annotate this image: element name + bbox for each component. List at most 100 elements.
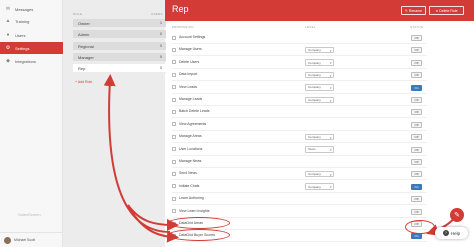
sidebar-item-label: Settings — [15, 45, 30, 51]
sidebar-item-settings[interactable]: ⚙ Settings — [0, 42, 63, 54]
help-label: Help — [450, 230, 461, 236]
permission-row: User Locations Team ▾ Off — [172, 144, 427, 156]
role-user-count: 0 — [160, 55, 162, 59]
user-name: Michael Scott — [14, 238, 36, 242]
status-toggle[interactable]: Off — [411, 72, 422, 79]
main-sidebar: ✉ Messages ▲ Training ● Users ⚙ Settings… — [0, 0, 63, 247]
page-title: Rep — [172, 4, 189, 14]
chevron-down-icon: ▾ — [329, 98, 332, 103]
permission-row: Account Settings Off — [172, 32, 427, 44]
permission-row: Data Import Company ▾ Off — [172, 69, 427, 82]
level-select[interactable]: Company ▾ — [305, 84, 334, 91]
permission-checkbox[interactable] — [172, 97, 176, 102]
role-name: Admin — [78, 31, 90, 37]
permission-checkbox[interactable] — [172, 159, 176, 164]
permission-checkbox[interactable] — [172, 109, 176, 114]
status-toggle[interactable]: Off — [411, 59, 422, 66]
level-value: Team — [308, 147, 316, 152]
level-value: Company — [308, 72, 321, 77]
role-name: Regional — [78, 43, 94, 49]
status-toggle[interactable]: Off — [411, 47, 422, 54]
delete-role-button[interactable]: ✕ Delete Role — [429, 6, 464, 15]
permission-checkbox[interactable] — [172, 209, 176, 214]
status-toggle[interactable]: On — [411, 84, 422, 91]
user-profile[interactable]: Michael Scott — [0, 232, 63, 247]
puzzle-icon: ◆ — [6, 58, 10, 64]
sidebar-item-messages[interactable]: ✉ Messages — [0, 3, 63, 15]
role-name: Rep — [78, 65, 86, 71]
gear-icon: ⚙ — [5, 45, 11, 51]
avatar — [4, 236, 11, 244]
status-toggle[interactable]: On — [411, 233, 422, 240]
add-role-link[interactable]: + Add Role — [75, 80, 92, 84]
role-item-manager[interactable]: Manager 0 — [73, 53, 166, 62]
status-toggle[interactable]: Off — [411, 97, 422, 103]
sidebar-item-users[interactable]: ● Users — [0, 29, 63, 41]
permission-checkbox[interactable] — [172, 134, 176, 139]
help-button[interactable]: ? Help — [435, 227, 468, 239]
rename-button[interactable]: ✎ Rename — [401, 6, 426, 15]
chevron-down-icon: ▾ — [329, 185, 332, 190]
status-toggle[interactable]: Off — [411, 159, 422, 165]
level-select[interactable]: Company ▾ — [305, 46, 334, 54]
permission-checkbox[interactable] — [172, 72, 176, 77]
level-select[interactable]: Company ▾ — [305, 133, 334, 141]
status-toggle[interactable]: Off — [411, 109, 422, 116]
permission-label: View Leads — [179, 84, 198, 89]
permission-row: Initiate Chats Company ▾ On — [172, 181, 427, 193]
permission-label: Manage Leads — [179, 97, 203, 101]
level-value: Company — [308, 48, 321, 53]
status-toggle[interactable]: Off — [411, 121, 422, 128]
envelope-icon: ✉ — [5, 6, 11, 12]
chevron-down-icon: ▾ — [329, 135, 332, 140]
status-toggle[interactable]: Off — [411, 35, 422, 41]
role-item-owner[interactable]: Owner 1 — [73, 19, 166, 28]
permission-row: View Learn Insights Off — [172, 206, 427, 218]
role-user-count: 0 — [160, 66, 162, 70]
graduation-cap-icon: ▲ — [5, 18, 11, 24]
permission-checkbox[interactable] — [172, 35, 176, 40]
role-name: Manager — [78, 54, 94, 60]
sidebar-item-label: Messages — [15, 6, 34, 12]
permission-checkbox[interactable] — [172, 47, 176, 52]
permission-checkbox[interactable] — [172, 171, 176, 176]
sidebar-item-integrations[interactable]: ◆ Integrations — [0, 55, 63, 67]
status-toggle[interactable]: Off — [411, 134, 422, 141]
role-item-regional[interactable]: Regional 0 — [73, 42, 166, 51]
chevron-down-icon: ▾ — [329, 61, 332, 66]
permission-label: Learn Authoring — [179, 196, 204, 201]
permission-checkbox[interactable] — [172, 85, 176, 90]
chat-bubble-icon[interactable]: ✎ — [450, 208, 464, 222]
permission-checkbox[interactable] — [172, 147, 176, 152]
permission-row: Send News Company ▾ Off — [172, 168, 427, 181]
level-select[interactable]: Company ▾ — [305, 59, 334, 66]
level-select[interactable]: Company ▾ — [305, 71, 334, 79]
permission-row: Manage Users Company ▾ Off — [172, 44, 427, 57]
level-value: Company — [308, 97, 321, 102]
permission-label: Data Import — [179, 72, 198, 77]
level-value: Company — [308, 85, 321, 90]
level-select[interactable]: Company ▾ — [305, 170, 334, 178]
role-item-rep[interactable]: Rep 0 — [73, 64, 166, 73]
status-toggle[interactable]: Off — [411, 208, 422, 215]
status-toggle[interactable]: Off — [411, 196, 422, 203]
level-value: Company — [308, 60, 321, 65]
permission-row: Manage Areas Company ▾ Off — [172, 131, 427, 144]
permission-label: Initiate Chats — [179, 183, 200, 188]
level-select[interactable]: Company ▾ — [305, 96, 334, 103]
status-toggle[interactable]: Off — [411, 146, 422, 153]
level-value: Company — [308, 172, 321, 177]
status-toggle[interactable]: On — [411, 183, 422, 190]
status-toggle[interactable]: Off — [411, 171, 422, 178]
permission-checkbox[interactable] — [172, 184, 176, 189]
permission-checkbox[interactable] — [172, 122, 176, 127]
permission-checkbox[interactable] — [172, 196, 176, 201]
column-header-permission: PERMISSION — [172, 25, 194, 29]
question-icon: ? — [442, 230, 449, 236]
permission-checkbox[interactable] — [172, 60, 176, 65]
level-select[interactable]: Team ▾ — [305, 146, 334, 153]
sidebar-item-label: Users — [15, 32, 26, 38]
role-item-admin[interactable]: Admin 0 — [73, 30, 166, 39]
level-select[interactable]: Company ▾ — [305, 183, 334, 190]
sidebar-item-training[interactable]: ▲ Training — [0, 15, 63, 27]
